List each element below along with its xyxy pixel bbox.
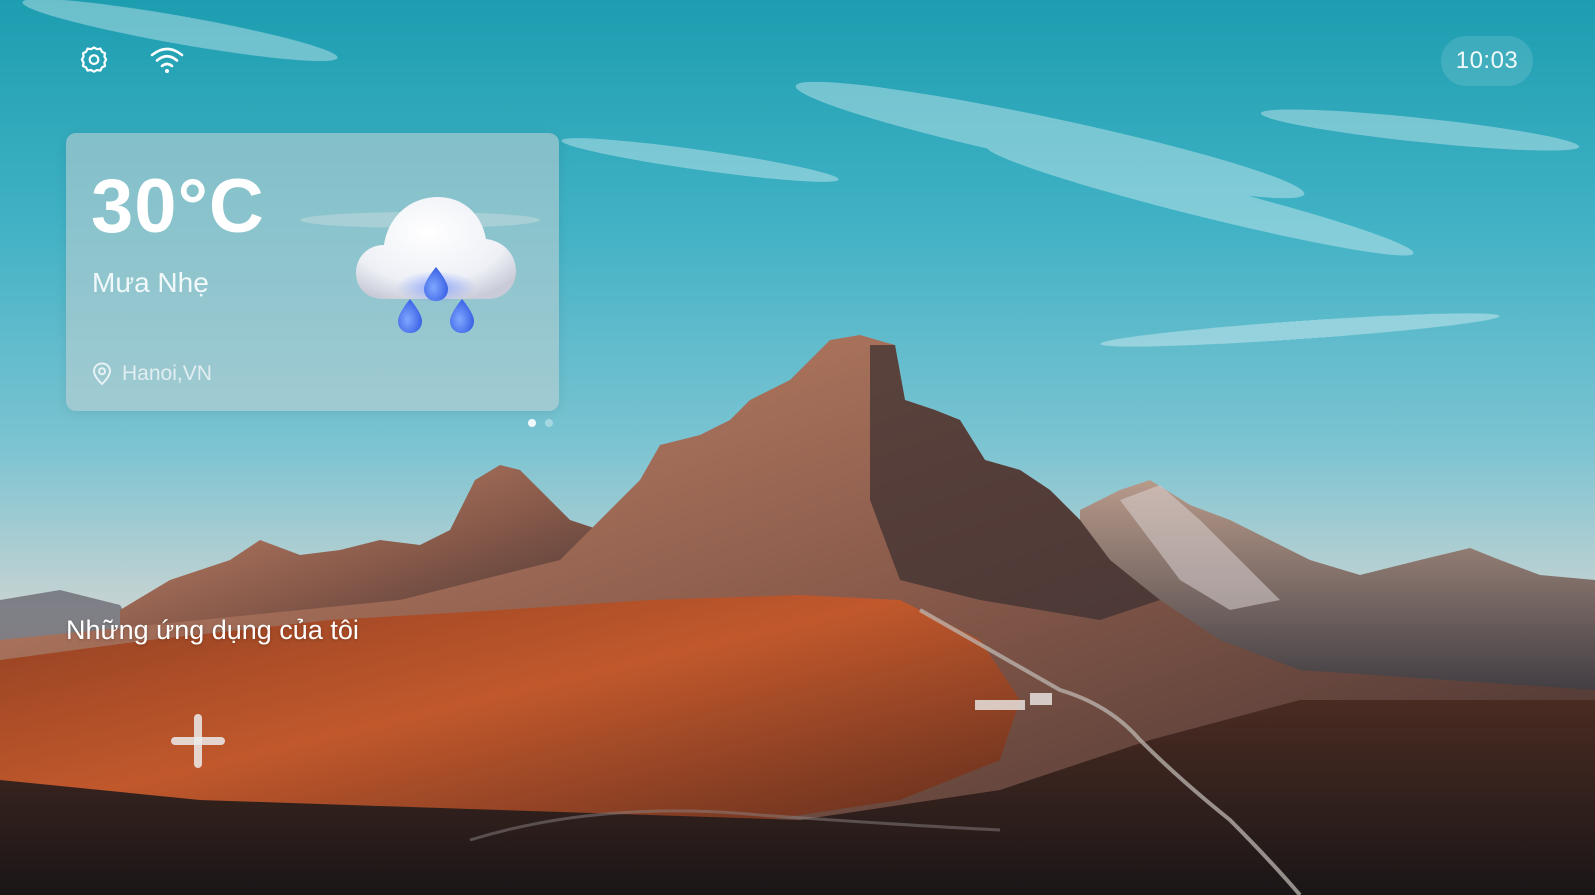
location-pin-icon [92, 362, 112, 386]
weather-condition: Mưa Nhẹ [92, 267, 209, 298]
gear-icon [80, 46, 108, 73]
home-screen: 10:03 30°C Mưa Nhẹ Hanoi,VN Những ứng dụ… [0, 0, 1595, 895]
add-app-button[interactable] [165, 708, 231, 774]
plus-icon [171, 714, 225, 768]
settings-button[interactable] [76, 42, 112, 78]
location: Hanoi,VN [92, 362, 212, 386]
location-label: Hanoi,VN [122, 362, 212, 385]
temperature: 30°C [91, 164, 265, 249]
wifi-button[interactable] [149, 42, 185, 78]
rain-cloud-icon [356, 197, 516, 333]
pager-dot[interactable] [528, 419, 536, 427]
clock: 10:03 [1441, 36, 1533, 86]
widget-pager [528, 419, 553, 427]
my-apps-title: Những ứng dụng của tôi [66, 615, 359, 645]
weather-widget[interactable]: 30°C Mưa Nhẹ Hanoi,VN [66, 133, 559, 411]
wifi-icon [150, 47, 184, 73]
pager-dot[interactable] [545, 419, 553, 427]
